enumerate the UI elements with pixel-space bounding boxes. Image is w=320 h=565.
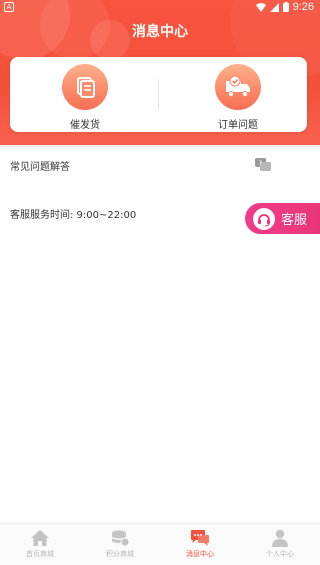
coins-icon — [112, 530, 130, 547]
chat-question-icon[interactable]: ? — [254, 157, 272, 173]
home-icon — [31, 530, 49, 546]
faq-label[interactable]: 常见问题解答 — [10, 158, 70, 173]
urge-shipment-button[interactable]: 催发货 — [35, 64, 135, 131]
nav-label: 首页商城 — [26, 550, 54, 558]
quick-action-card: 催发货 订单问题 — [10, 57, 307, 132]
status-bar: A 9:26 — [0, 0, 320, 16]
svg-text:?: ? — [259, 160, 263, 168]
service-hours-text: 客服服务时间: 9:00~22:00 — [10, 210, 137, 221]
delivery-truck-icon — [215, 64, 261, 110]
message-icon — [191, 530, 209, 546]
headset-icon — [253, 207, 275, 230]
customer-service-button[interactable]: 客服 — [245, 203, 320, 234]
document-icon — [62, 64, 108, 110]
bottom-nav: 首页商城 积分商城 消息中心 个人中心 — [0, 523, 320, 565]
card-divider — [158, 79, 159, 109]
nav-label: 个人中心 — [266, 550, 294, 558]
section-divider — [0, 145, 320, 148]
notification-icon: A — [4, 2, 14, 12]
signal-icon — [269, 2, 279, 12]
nav-item-points-mall[interactable]: 积分商城 — [80, 524, 160, 565]
page-title: 消息中心 — [132, 24, 188, 40]
order-issue-button[interactable]: 订单问题 — [188, 64, 288, 131]
nav-label: 积分商城 — [106, 550, 134, 558]
nav-label: 消息中心 — [186, 550, 214, 558]
status-time: 9:26 — [292, 1, 314, 13]
order-issue-label: 订单问题 — [218, 120, 258, 131]
battery-icon — [282, 2, 289, 12]
nav-item-personal-center[interactable]: 个人中心 — [240, 524, 320, 565]
user-icon — [272, 529, 288, 547]
urge-shipment-label: 催发货 — [70, 120, 100, 131]
wifi-icon — [255, 2, 266, 12]
nav-item-home-mall[interactable]: 首页商城 — [0, 524, 80, 565]
customer-service-label: 客服 — [281, 213, 308, 228]
nav-item-message-center[interactable]: 消息中心 — [160, 524, 240, 565]
